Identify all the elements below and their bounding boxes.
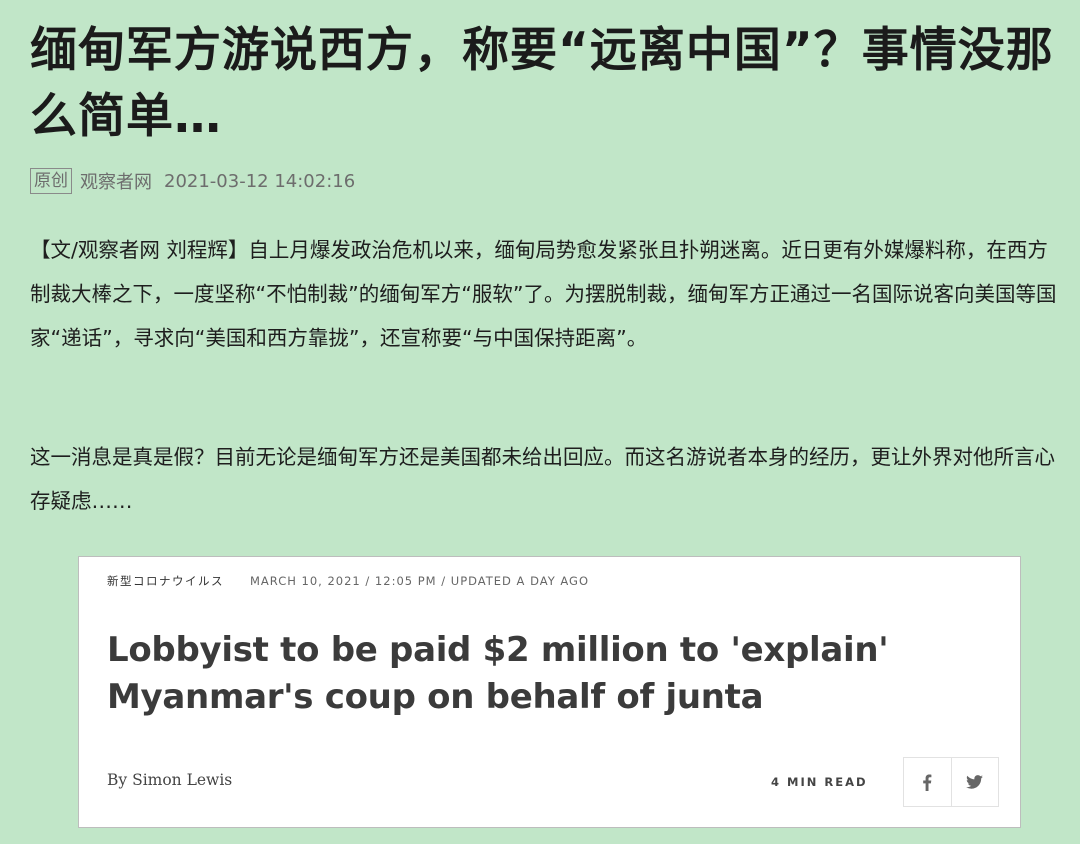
card-header: 新型コロナウイルス MARCH 10, 2021 / 12:05 PM / UP… [107, 573, 589, 589]
source-link[interactable]: 观察者网 [80, 168, 152, 194]
card-category[interactable]: 新型コロナウイルス [107, 573, 224, 589]
publish-datetime: 2021-03-12 14:02:16 [164, 170, 356, 192]
card-byline: By Simon Lewis [107, 771, 233, 789]
card-date: MARCH 10, 2021 / 12:05 PM / UPDATED A DA… [250, 574, 590, 588]
article-meta: 原创 观察者网 2021-03-12 14:02:16 [30, 168, 355, 194]
embedded-news-screenshot: 新型コロナウイルス MARCH 10, 2021 / 12:05 PM / UP… [78, 556, 1021, 828]
original-badge: 原创 [30, 168, 72, 194]
article-title: 缅甸军方游说西方，称要“远离中国”？事情没那么简单… [30, 23, 1054, 144]
article-paragraph: 这一消息是真是假？目前无论是缅甸军方还是美国都未给出回应。而这名游说者本身的经历… [30, 445, 1055, 513]
article-paragraph: 【文/观察者网 刘程辉】自上月爆发政治危机以来，缅甸局势愈发紧张且扑朔迷离。近日… [30, 238, 1057, 350]
share-buttons [903, 757, 999, 807]
card-headline: Lobbyist to be paid $2 million to 'expla… [107, 630, 889, 717]
facebook-icon[interactable] [904, 758, 951, 806]
card-read-time: 4 MIN READ [771, 775, 868, 789]
twitter-icon[interactable] [950, 758, 999, 806]
